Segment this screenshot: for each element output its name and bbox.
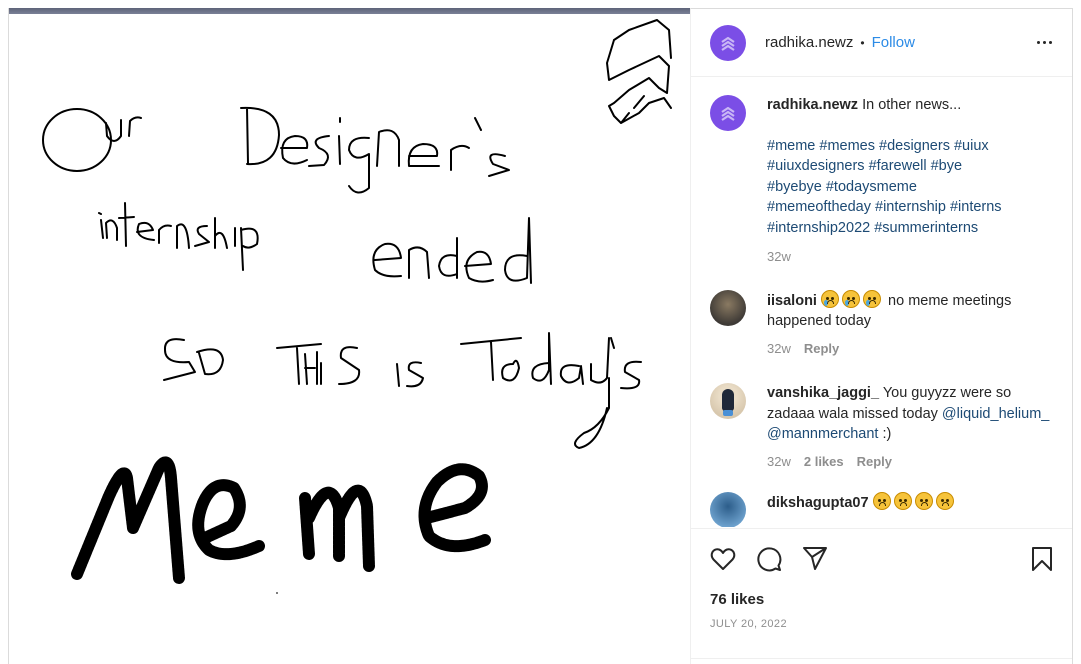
comment: iisaloni no meme meetings happened today… <box>710 289 1056 360</box>
author-username[interactable]: radhika.newz <box>765 34 853 51</box>
hashtags: #meme #memes #designers #uiux #uiuxdesig… <box>767 136 1056 239</box>
text-our <box>42 108 142 172</box>
comment-username[interactable]: dikshagupta07 <box>767 495 869 511</box>
post-details-panel: radhika.newz • Follow radhika.newz In ot… <box>690 8 1073 664</box>
frowning-face-emoji <box>893 492 912 510</box>
heart-icon[interactable] <box>709 545 737 573</box>
brand-logo-icon <box>721 106 735 121</box>
logo-scribble <box>606 19 672 124</box>
comment-username[interactable]: iisaloni <box>767 293 817 309</box>
comment-username[interactable]: vanshika_jaggi_ <box>767 385 879 401</box>
text-so-this-is-todays <box>163 332 642 449</box>
commenter-avatar[interactable] <box>710 383 746 419</box>
comment: vanshika_jaggi_ You guyyzz were so zadaa… <box>710 383 1056 472</box>
post-image[interactable] <box>9 8 690 664</box>
separator-dot: • <box>860 35 865 50</box>
commenter-avatar[interactable] <box>710 492 746 527</box>
bookmark-icon[interactable] <box>1028 545 1056 573</box>
reply-button[interactable]: Reply <box>857 452 892 473</box>
caption-time[interactable]: 32w <box>767 247 791 268</box>
author-avatar[interactable] <box>710 24 746 61</box>
likes-count[interactable]: 76 likes <box>691 573 1072 608</box>
comment: dikshagupta07 <box>710 492 1056 527</box>
hashtag-line[interactable]: #uiuxdesigners #farewell #bye <box>767 156 1056 177</box>
caption-text: In other news... <box>862 97 962 113</box>
hashtag-line[interactable]: #memeoftheday #internship #interns <box>767 197 1056 218</box>
text-designers <box>240 106 510 194</box>
brand-logo-icon <box>721 36 735 51</box>
frowning-face-emoji <box>935 492 954 510</box>
reply-button[interactable]: Reply <box>804 339 839 360</box>
comment-trailing: :) <box>882 426 892 442</box>
crying-face-emoji <box>842 289 860 308</box>
caption: radhika.newz In other news... #meme #mem… <box>710 95 1056 268</box>
text-ended <box>372 217 532 284</box>
follow-button[interactable]: Follow <box>872 34 915 51</box>
caption-username[interactable]: radhika.newz <box>767 97 858 113</box>
comment-icon[interactable] <box>755 545 783 573</box>
send-icon[interactable] <box>801 545 829 573</box>
hashtag-line[interactable]: #internship2022 #summerinterns <box>767 218 1056 239</box>
frowning-face-emoji <box>914 492 933 510</box>
mention-link[interactable]: @liquid_helium_ <box>942 406 1049 422</box>
mention-link[interactable]: @mannmerchant <box>767 426 878 442</box>
crying-face-emoji <box>821 289 839 308</box>
hashtag-line[interactable]: #byebye #todaysmeme <box>767 177 1056 198</box>
frowning-face-emoji <box>872 492 891 510</box>
post-header: radhika.newz • Follow <box>691 9 1072 77</box>
comments-list[interactable]: radhika.newz In other news... #meme #mem… <box>691 77 1072 527</box>
hashtag-line[interactable]: #meme #memes #designers #uiux <box>767 136 1056 157</box>
more-options-icon[interactable] <box>1032 33 1056 53</box>
text-meme <box>71 456 491 584</box>
comment-time[interactable]: 32w <box>767 339 791 360</box>
post-date[interactable]: JULY 20, 2022 <box>691 608 1072 630</box>
text-internship <box>98 202 259 271</box>
divider <box>691 658 1072 659</box>
comment-likes[interactable]: 2 likes <box>804 452 844 473</box>
handwritten-meme-drawing <box>42 19 672 594</box>
post-actions: 76 likes JULY 20, 2022 <box>691 528 1072 664</box>
caption-author-avatar[interactable] <box>710 95 746 131</box>
comment-time[interactable]: 32w <box>767 452 791 473</box>
crying-face-emoji <box>863 289 881 308</box>
commenter-avatar[interactable] <box>710 289 746 326</box>
